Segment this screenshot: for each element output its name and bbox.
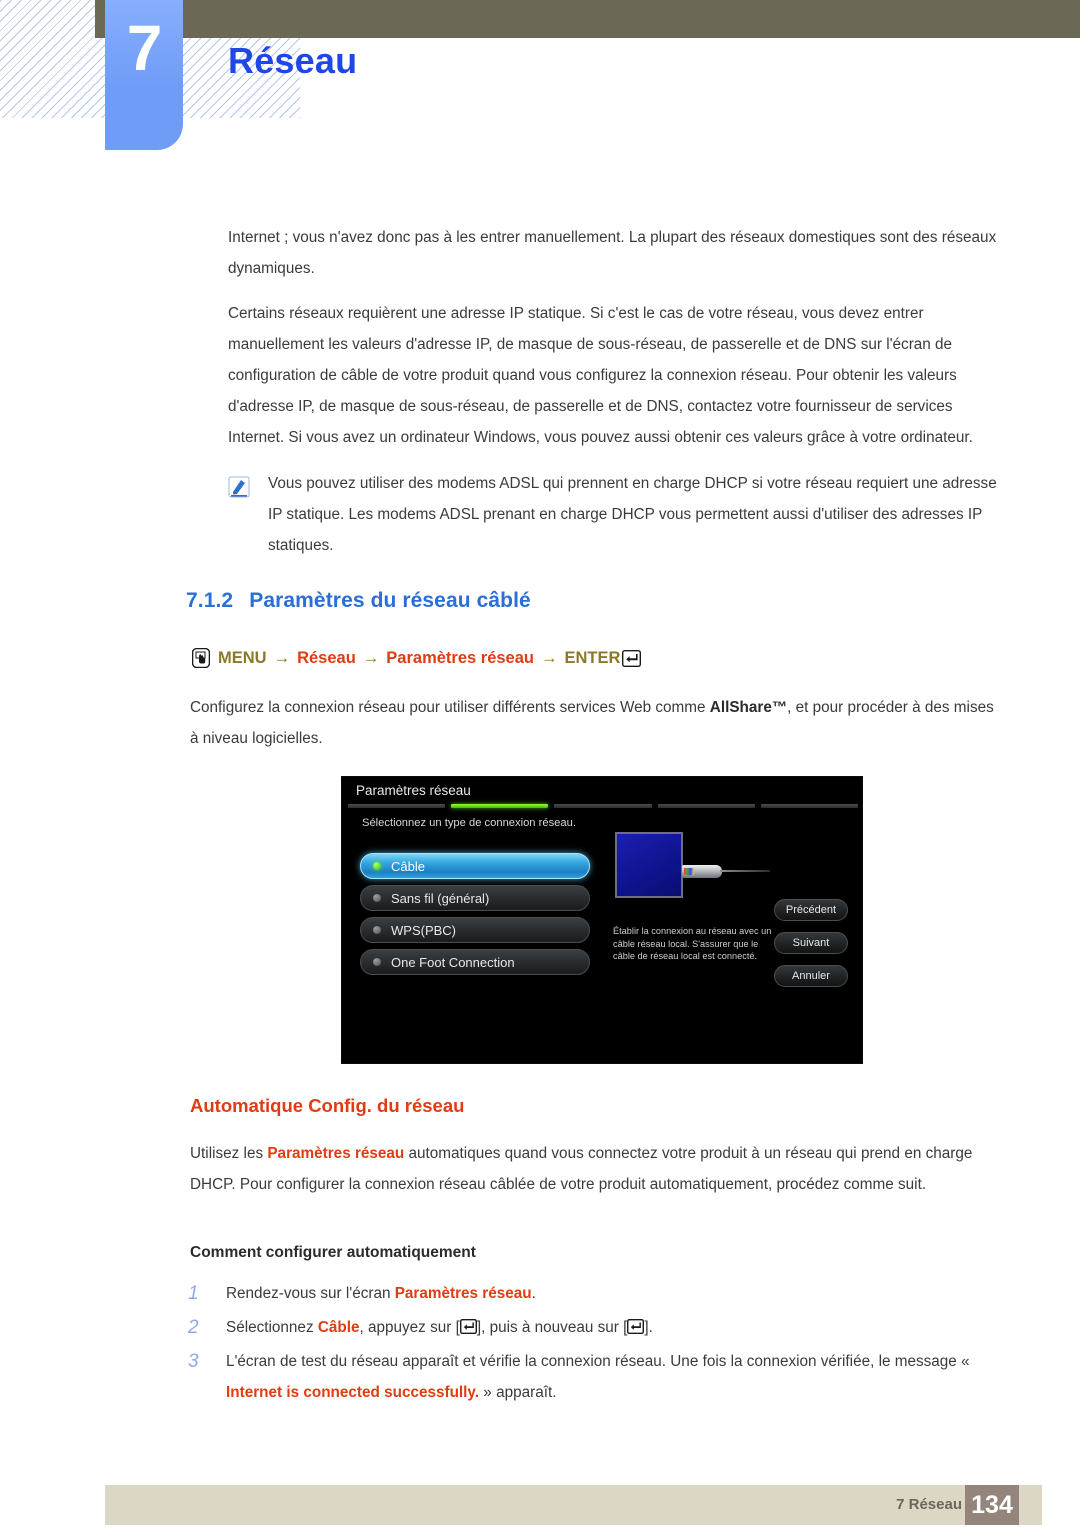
step2-text-1: Sélectionnez	[226, 1319, 318, 1336]
menu-path-arrow-2: →	[362, 648, 380, 667]
step-text: L'écran de test du réseau apparaît et vé…	[226, 1346, 1006, 1408]
menu-path: MENU → Réseau → Paramètres réseau → ENTE…	[191, 647, 642, 669]
enter-key-icon	[459, 1314, 477, 1335]
radio-selected-icon	[373, 862, 381, 870]
auto-config-subheading: Comment configurer automatiquement	[190, 1244, 476, 1261]
lan-cable-connector-icon	[682, 865, 722, 878]
enter-key-icon	[627, 1314, 645, 1335]
tv-instruction-text: Sélectionnez un type de connexion réseau…	[362, 817, 576, 829]
auto-text-1: Utilisez les	[190, 1145, 268, 1162]
tv-button-precedent[interactable]: Précédent	[774, 899, 848, 921]
tv-progress-segment-4	[657, 804, 755, 808]
page-title: Réseau	[228, 40, 358, 81]
step-item: 3 L'écran de test du réseau apparaît et …	[188, 1346, 1006, 1408]
menu-path-item-menu: MENU	[218, 648, 267, 667]
step-text: Sélectionnez Câble, appuyez sur [ ], puis…	[226, 1312, 653, 1343]
menu-hand-icon	[191, 647, 211, 669]
tv-description-text: Établir la connexion au réseau avec un c…	[613, 926, 772, 961]
auto-config-paragraph: Utilisez les Paramètres réseau automatiq…	[190, 1138, 1005, 1200]
tv-progress-segment-2	[451, 804, 549, 808]
menu-path-item-parametres-reseau: Paramètres réseau	[386, 648, 534, 667]
tv-screen-title: Paramètres réseau	[356, 783, 471, 798]
tv-option-cable[interactable]: Câble	[360, 853, 590, 879]
auto-config-paragraph-wrap: Utilisez les Paramètres réseau automatiq…	[190, 1138, 1005, 1214]
chapter-number: 7	[126, 12, 163, 84]
step2-text-4: ].	[644, 1319, 653, 1336]
tv-option-wps-pbc[interactable]: WPS(PBC)	[360, 917, 590, 943]
section-title: Paramètres du réseau câblé	[249, 589, 531, 612]
section-heading: 7.1.2 Paramètres du réseau câblé	[186, 589, 531, 613]
step-number: 2	[188, 1317, 199, 1338]
step2-text-2: , appuyez sur [	[359, 1319, 460, 1336]
tv-option-list: Câble Sans fil (général) WPS(PBC) One Fo…	[360, 853, 590, 981]
step1-text-1: Rendez-vous sur l'écran	[226, 1285, 395, 1302]
step-number: 1	[188, 1283, 199, 1304]
intro-paragraphs: Internet ; vous n'avez donc pas à les en…	[228, 222, 1003, 467]
tv-progress-segment-3	[554, 804, 652, 808]
chapter-tab: 7	[105, 0, 183, 150]
tv-button-annuler[interactable]: Annuler	[774, 965, 848, 987]
tv-option-sans-fil[interactable]: Sans fil (général)	[360, 885, 590, 911]
step1-highlight: Paramètres réseau	[394, 1285, 532, 1302]
radio-unselected-icon	[373, 926, 381, 934]
menu-path-arrow-1: →	[273, 648, 291, 667]
paragraph-1: Internet ; vous n'avez donc pas à les en…	[228, 229, 997, 277]
tv-button-suivant[interactable]: Suivant	[774, 932, 848, 954]
allshare-text-1: Configurez la connexion réseau pour util…	[190, 699, 710, 716]
radio-unselected-icon	[373, 894, 381, 902]
tv-screenshot: Paramètres réseau Sélectionnez un type d…	[341, 776, 863, 1064]
radio-unselected-icon	[373, 958, 381, 966]
tv-button-group: Précédent Suivant Annuler	[774, 899, 848, 987]
step-text: Rendez-vous sur l'écran Paramètres résea…	[226, 1278, 536, 1309]
tv-progress-segment-5	[760, 804, 859, 808]
lan-cable-wire-icon	[720, 870, 770, 872]
page-root: 7 Réseau Internet ; vous n'avez donc pas…	[0, 0, 1080, 1527]
footer-page-number: 134	[965, 1485, 1019, 1525]
tv-progress-bar	[348, 804, 859, 808]
note-block: Vous pouvez utiliser des modems ADSL qui…	[228, 468, 1003, 561]
step-number: 3	[188, 1351, 199, 1372]
footer-chapter-label: 7 Réseau	[896, 1496, 962, 1513]
paragraph-2: Certains réseaux requièrent une adresse …	[228, 305, 973, 446]
step-item: 2 Sélectionnez Câble, appuyez sur [ ], pu…	[188, 1312, 1006, 1343]
note-pencil-icon	[228, 476, 250, 498]
section-number: 7.1.2	[186, 589, 234, 612]
menu-path-item-enter: ENTER	[564, 648, 621, 667]
tv-progress-segment-1	[348, 804, 446, 808]
tv-option-one-foot-connection[interactable]: One Foot Connection	[360, 949, 590, 975]
device-back-panel-illustration	[615, 832, 683, 898]
step1-text-2: .	[531, 1285, 536, 1302]
step3-text-1: L'écran de test du réseau apparaît et vé…	[226, 1353, 970, 1370]
allshare-paragraph: Configurez la connexion réseau pour util…	[190, 692, 1005, 754]
menu-path-arrow-3: →	[540, 648, 558, 667]
enter-key-icon	[622, 649, 642, 667]
auto-config-heading: Automatique Config. du réseau	[190, 1095, 465, 1116]
tv-option-label: Câble	[391, 858, 425, 874]
auto-highlight: Paramètres réseau	[267, 1145, 405, 1162]
step2-highlight: Câble	[317, 1319, 360, 1336]
header-olive-bar	[95, 0, 1080, 38]
step2-text-3: ], puis à nouveau sur [	[476, 1319, 628, 1336]
allshare-label: AllShare™	[709, 699, 788, 716]
step3-highlight: Internet is connected successfully.	[226, 1384, 480, 1401]
step3-text-2: » apparaît.	[479, 1384, 557, 1401]
step-item: 1 Rendez-vous sur l'écran Paramètres rés…	[188, 1278, 1006, 1309]
menu-path-item-reseau: Réseau	[297, 648, 356, 667]
intro-allshare-paragraph: Configurez la connexion réseau pour util…	[190, 692, 1005, 768]
steps-list: 1 Rendez-vous sur l'écran Paramètres rés…	[188, 1278, 1006, 1411]
tv-option-label: One Foot Connection	[391, 954, 515, 970]
tv-option-label: Sans fil (général)	[391, 890, 490, 906]
note-text: Vous pouvez utiliser des modems ADSL qui…	[268, 475, 997, 554]
tv-option-label: WPS(PBC)	[391, 922, 456, 938]
